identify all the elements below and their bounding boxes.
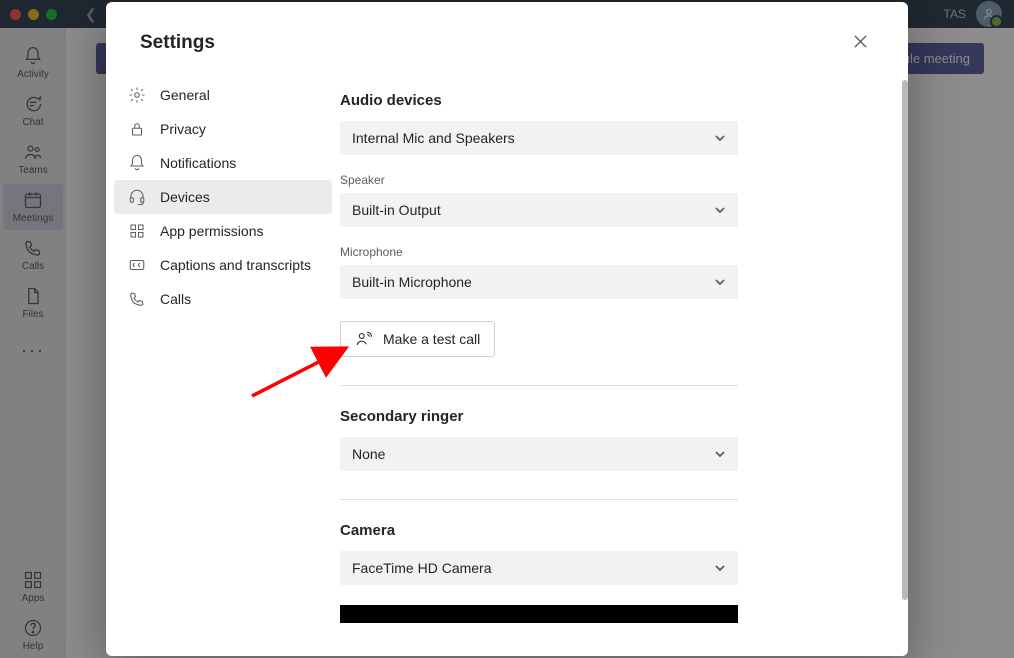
rail-label: Chat — [22, 117, 43, 128]
divider — [340, 385, 738, 386]
button-label: Make a test call — [383, 331, 480, 347]
person-call-icon — [355, 330, 373, 348]
nav-general[interactable]: General — [114, 78, 332, 112]
bell-icon — [128, 154, 146, 172]
speaker-select[interactable]: Built-in Output — [340, 193, 738, 227]
close-icon — [853, 34, 868, 49]
audio-devices-heading: Audio devices — [340, 92, 848, 109]
phone-icon — [128, 290, 146, 308]
chevron-down-icon — [714, 204, 726, 216]
gear-icon — [128, 86, 146, 104]
chevron-down-icon — [714, 448, 726, 460]
camera-select[interactable]: FaceTime HD Camera — [340, 551, 738, 585]
microphone-select[interactable]: Built-in Microphone — [340, 265, 738, 299]
secondary-ringer-select[interactable]: None — [340, 437, 738, 471]
back-icon[interactable]: ❮ — [85, 6, 97, 23]
nav-captions[interactable]: Captions and transcripts — [114, 248, 332, 282]
make-test-call-button[interactable]: Make a test call — [340, 321, 495, 357]
scrollbar[interactable] — [902, 80, 908, 600]
nav-label: Calls — [160, 291, 191, 307]
rail-label: Calls — [22, 261, 44, 272]
rail-help[interactable]: Help — [3, 612, 63, 658]
traffic-lights[interactable] — [10, 9, 57, 20]
rail-meetings[interactable]: Meetings — [3, 184, 63, 230]
speaker-label: Speaker — [340, 173, 848, 187]
chevron-down-icon — [714, 132, 726, 144]
secondary-ringer-heading: Secondary ringer — [340, 408, 848, 425]
phone-icon — [23, 238, 43, 258]
nav-calls[interactable]: Calls — [114, 282, 332, 316]
select-value: Built-in Output — [352, 202, 441, 218]
bell-icon — [23, 46, 43, 66]
nav-label: Devices — [160, 189, 210, 205]
rail-label: Activity — [17, 69, 49, 80]
file-icon — [23, 286, 43, 306]
rail-apps[interactable]: Apps — [3, 564, 63, 610]
avatar[interactable] — [976, 1, 1002, 27]
cc-icon — [128, 256, 146, 274]
select-value: Built-in Microphone — [352, 274, 472, 290]
rail-teams[interactable]: Teams — [3, 136, 63, 182]
chat-icon — [23, 94, 43, 114]
nav-notifications[interactable]: Notifications — [114, 146, 332, 180]
calendar-icon — [23, 190, 43, 210]
camera-heading: Camera — [340, 522, 848, 539]
chevron-down-icon — [714, 562, 726, 574]
camera-preview — [340, 605, 738, 623]
settings-dialog: Settings General Privacy Notifications D… — [106, 2, 908, 656]
chevron-down-icon — [714, 276, 726, 288]
user-initials: TAS — [944, 7, 966, 21]
select-value: Internal Mic and Speakers — [352, 130, 515, 146]
microphone-label: Microphone — [340, 245, 848, 259]
headset-icon — [128, 188, 146, 206]
nav-label: General — [160, 87, 210, 103]
rail-label: Files — [22, 309, 43, 320]
rail-label: Apps — [22, 593, 45, 604]
lock-icon — [128, 120, 146, 138]
help-icon — [23, 618, 43, 638]
divider — [340, 499, 738, 500]
rail-label: Help — [23, 641, 44, 652]
nav-label: App permissions — [160, 223, 264, 239]
grid-icon — [128, 222, 146, 240]
rail-label: Teams — [18, 165, 47, 176]
select-value: None — [352, 446, 385, 462]
nav-label: Privacy — [160, 121, 206, 137]
rail-files[interactable]: Files — [3, 280, 63, 326]
nav-devices[interactable]: Devices — [114, 180, 332, 214]
apps-icon — [23, 570, 43, 590]
close-button[interactable] — [847, 28, 874, 58]
teams-icon — [23, 142, 43, 162]
settings-content: Audio devices Internal Mic and Speakers … — [340, 72, 908, 656]
rail-label: Meetings — [13, 213, 54, 224]
rail-activity[interactable]: Activity — [3, 40, 63, 86]
select-value: FaceTime HD Camera — [352, 560, 492, 576]
rail-calls[interactable]: Calls — [3, 232, 63, 278]
nav-app-permissions[interactable]: App permissions — [114, 214, 332, 248]
nav-privacy[interactable]: Privacy — [114, 112, 332, 146]
nav-label: Captions and transcripts — [160, 257, 311, 273]
settings-nav: General Privacy Notifications Devices Ap… — [106, 72, 340, 656]
left-rail: Activity Chat Teams Meetings Calls Files — [0, 28, 66, 658]
nav-label: Notifications — [160, 155, 236, 171]
rail-more[interactable]: ··· — [21, 328, 45, 373]
dialog-title: Settings — [140, 32, 215, 54]
rail-chat[interactable]: Chat — [3, 88, 63, 134]
audio-device-select[interactable]: Internal Mic and Speakers — [340, 121, 738, 155]
